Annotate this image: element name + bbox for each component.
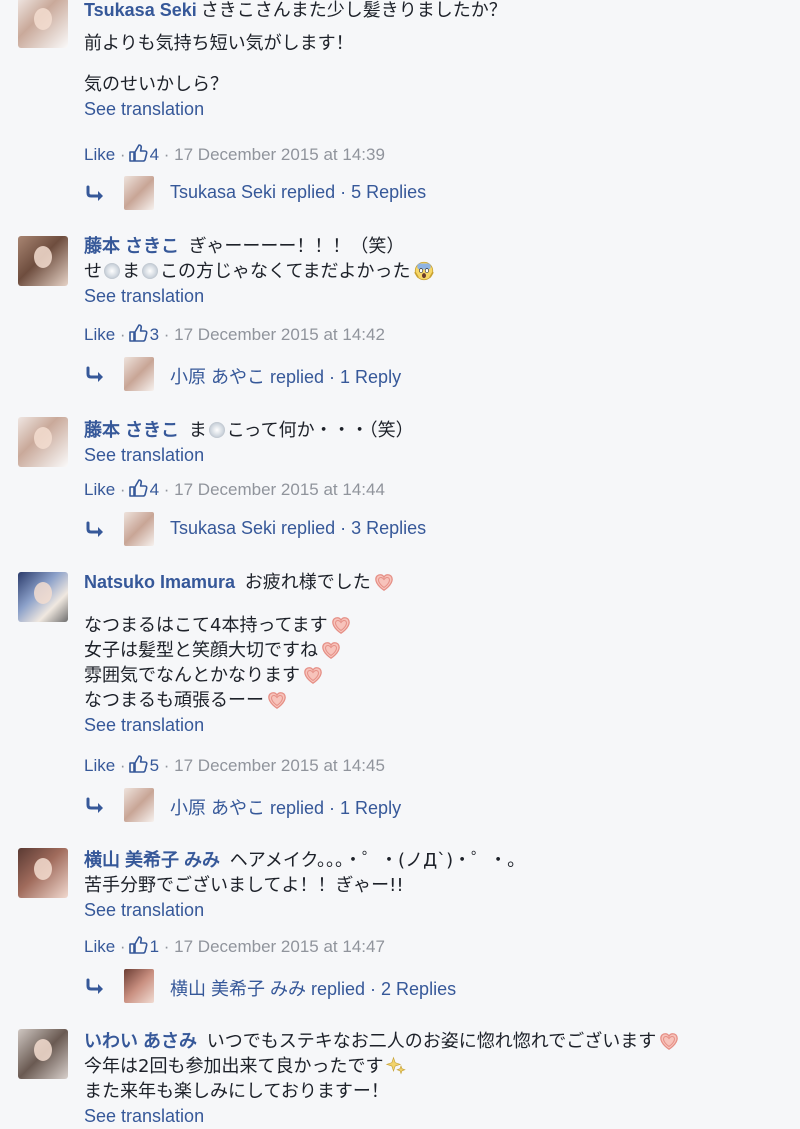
comment-text-line: せまこの方じゃなくてまだよかった [84,259,780,284]
comment-text: せ [84,261,102,282]
heart-emoji-icon [266,690,288,710]
heart-emoji-icon [373,572,395,592]
comment-timestamp[interactable]: 17 December 2015 at 14:47 [174,937,385,956]
comment-text: こって何か・・・（笑） [226,420,414,441]
reply-avatar [124,788,154,822]
see-translation-link[interactable]: See translation [84,1104,780,1129]
comment-text: なつまるも頑張るーー [84,690,264,711]
comment-text: 女子は髪型と笑顔大切ですね [84,640,318,661]
reply-arrow-icon [84,977,108,997]
replies-text[interactable]: 横山 美希子 みみ replied · 2 Replies [170,975,456,1001]
reply-avatar [124,357,154,391]
like-link[interactable]: Like [84,937,115,956]
thumbs-up-icon [128,143,148,163]
like-link[interactable]: Like [84,145,115,164]
reply-avatar [124,512,154,546]
replies-text[interactable]: Tsukasa Seki replied · 5 Replies [170,182,426,203]
comment-text: お疲れ様でした [244,572,371,593]
blank-emoji-icon [142,263,158,279]
comment-text: この方じゃなくてまだよかった [160,261,411,282]
like-count[interactable]: 5 [150,756,159,775]
heart-emoji-icon [320,640,342,660]
reply-arrow-icon [84,796,108,816]
heart-emoji-icon [302,665,324,685]
reply-arrow-icon [84,184,108,204]
comment-author[interactable]: Tsukasa Seki [84,0,197,20]
like-count[interactable]: 1 [150,937,159,956]
comment-text: 今年は2回も参加出来て良かったです [84,1056,384,1077]
comment-text: ヘアメイク。。。・゜・(ノД`)・゜・。 [229,850,526,871]
comment-author[interactable]: 横山 美希子 みみ [84,850,220,870]
reply-avatar [124,969,154,1003]
see-translation-link[interactable]: See translation [84,898,780,923]
blank-emoji-icon [208,422,225,438]
comment-text: ま [122,261,140,282]
comment-meta: Like · 5 · 17 December 2015 at 14:45 [84,754,385,775]
scream-emoji-icon [413,261,435,281]
comment-text: 気のせいかしら？ [84,74,228,95]
avatar[interactable] [18,0,68,48]
comment-text: ぎゃーーーー！！！（笑） [188,236,405,257]
comment-text: いつでもステキなお二人のお姿に惚れ惚れでございます [206,1031,657,1052]
avatar[interactable] [18,1029,68,1079]
comment-meta: Like · 1 · 17 December 2015 at 14:47 [84,935,385,956]
replies-text[interactable]: 小原 あやこ replied · 1 Reply [170,794,401,820]
comment-timestamp[interactable]: 17 December 2015 at 14:39 [174,145,385,164]
avatar[interactable] [18,572,68,622]
see-translation-link[interactable]: See translation [84,284,780,309]
like-link[interactable]: Like [84,480,115,499]
replies-text[interactable]: Tsukasa Seki replied · 3 Replies [170,518,426,539]
see-translation-link[interactable]: See translation [84,97,780,122]
avatar[interactable] [18,236,68,286]
comment-text: 苦手分野でございましてよ！！ぎゃー!! [84,875,404,896]
see-translation-link[interactable]: See translation [84,443,780,468]
like-count[interactable]: 3 [150,325,159,344]
comment-meta: Like · 4 · 17 December 2015 at 14:44 [84,478,385,499]
comment-text: 前よりも気持ち短い気がします！ [84,33,354,54]
blank-emoji-icon [104,263,120,279]
heart-emoji-icon [330,615,352,635]
comment-author[interactable]: Natsuko Imamura [84,572,235,592]
see-translation-link[interactable]: See translation [84,713,780,738]
reply-arrow-icon [84,365,108,385]
sparkles-emoji-icon [385,1056,407,1076]
thumbs-up-icon [128,478,148,498]
thumbs-up-icon [128,935,148,955]
comment-meta: Like · 3 · 17 December 2015 at 14:42 [84,323,385,344]
comment-author[interactable]: 藤本 さきこ [84,236,179,256]
comment-author[interactable]: 藤本 さきこ [84,420,179,440]
comment-timestamp[interactable]: 17 December 2015 at 14:42 [174,325,385,344]
comment-text: また来年も楽しみにしておりますー！ [84,1081,389,1102]
reply-avatar [124,176,154,210]
like-link[interactable]: Like [84,756,115,775]
comment-text: 雰囲気でなんとかなります [84,665,300,686]
like-count[interactable]: 4 [150,145,159,164]
comment-meta: Like · 4 · 17 December 2015 at 14:39 [84,143,385,164]
thumbs-up-icon [128,323,148,343]
comment-author[interactable]: いわい あさみ [84,1031,197,1051]
like-link[interactable]: Like [84,325,115,344]
heart-emoji-icon [658,1031,680,1051]
avatar[interactable] [18,417,68,467]
reply-arrow-icon [84,520,108,540]
thumbs-up-icon [128,754,148,774]
comment-text: ま [188,420,207,441]
avatar[interactable] [18,848,68,898]
comment-text: さきこさんまた少し髪きりましたか？ [200,0,507,21]
comment-timestamp[interactable]: 17 December 2015 at 14:45 [174,756,385,775]
comment-text: なつまるはこて4本持ってます [84,615,328,636]
replies-text[interactable]: 小原 あやこ replied · 1 Reply [170,363,401,389]
like-count[interactable]: 4 [150,480,159,499]
comment-timestamp[interactable]: 17 December 2015 at 14:44 [174,480,385,499]
